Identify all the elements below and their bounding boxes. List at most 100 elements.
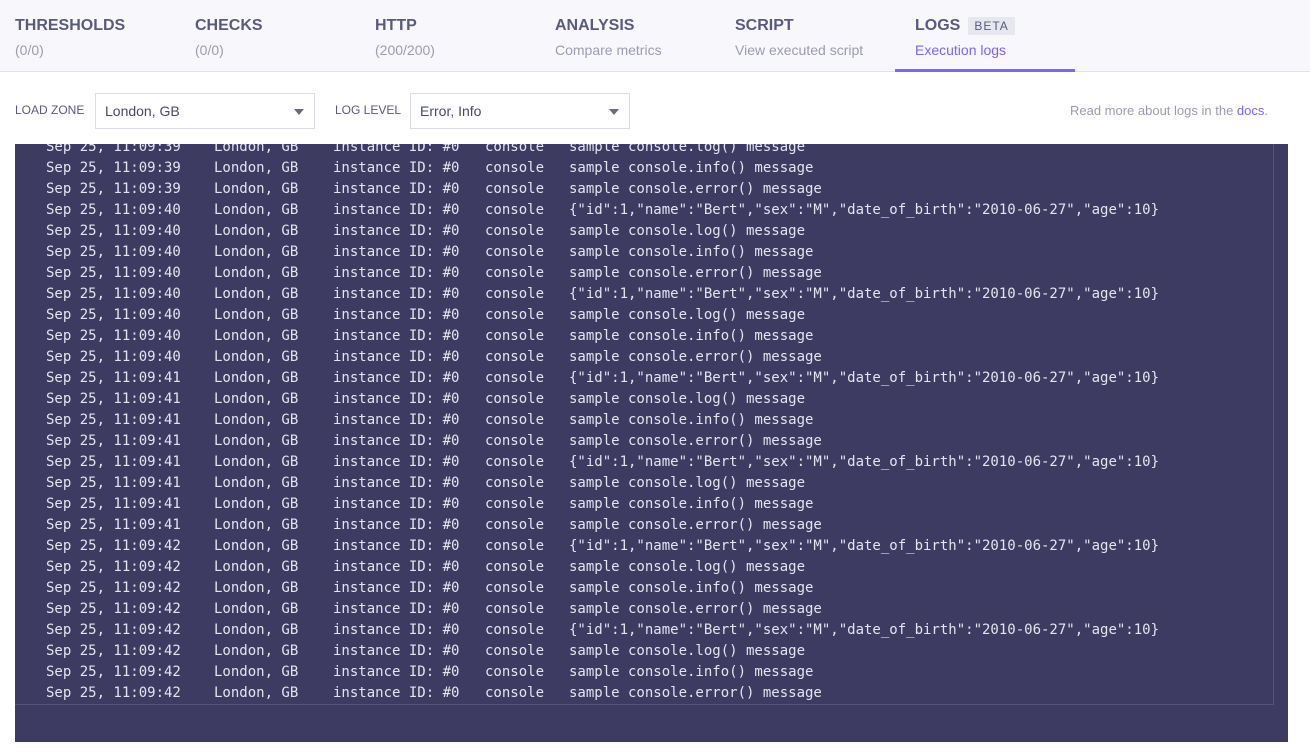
log-timestamp: Sep 25, 11:09:40	[46, 265, 181, 281]
log-zone: London, GB	[214, 223, 299, 239]
log-message: sample console.info() message	[569, 664, 814, 680]
log-source: console	[485, 202, 545, 218]
beta-badge: BETA	[968, 17, 1015, 35]
log-timestamp: Sep 25, 11:09:41	[46, 475, 181, 491]
log-timestamp: Sep 25, 11:09:41	[46, 454, 181, 470]
tab-subtitle: View executed script	[735, 42, 864, 58]
log-zone: London, GB	[214, 496, 299, 512]
log-timestamp: Sep 25, 11:09:41	[46, 391, 181, 407]
log-zone: London, GB	[214, 559, 299, 575]
log-timestamp: Sep 25, 11:09:42	[46, 664, 181, 680]
log-zone: London, GB	[214, 412, 299, 428]
tab-subtitle: (0/0)	[15, 42, 44, 58]
log-message: sample console.error() message	[569, 517, 822, 533]
docs-suffix: .	[1264, 103, 1268, 118]
log-timestamp: Sep 25, 11:09:39	[46, 181, 181, 197]
log-scroll-area[interactable]: Sep 25, 11:09:39 London, GB instance ID: #…	[15, 144, 1274, 705]
tab-title: ANALYSIS	[555, 17, 635, 34]
log-instance: instance ID: #0	[333, 349, 460, 365]
log-timestamp: Sep 25, 11:09:39	[46, 144, 181, 155]
log-instance: instance ID: #0	[333, 391, 460, 407]
log-zone: London, GB	[214, 643, 299, 659]
chevron-down-icon	[294, 109, 304, 115]
log-message: sample console.error() message	[569, 601, 822, 617]
log-message: sample console.log() message	[569, 223, 806, 239]
load-zone-select[interactable]: London, GB	[95, 93, 315, 129]
log-source: console	[485, 685, 545, 701]
log-instance: instance ID: #0	[333, 286, 460, 302]
log-source: console	[485, 328, 545, 344]
tab-title: CHECKS	[195, 17, 263, 34]
log-source: console	[485, 643, 545, 659]
log-zone: London, GB	[214, 580, 299, 596]
log-zone: London, GB	[214, 202, 299, 218]
log-source: console	[485, 223, 545, 239]
log-instance: instance ID: #0	[333, 622, 460, 638]
log-timestamp: Sep 25, 11:09:40	[46, 202, 181, 218]
tab-title: HTTP	[375, 17, 417, 34]
log-instance: instance ID: #0	[333, 223, 460, 239]
log-zone: London, GB	[214, 307, 299, 323]
log-message: {"id":1,"name":"Bert","sex":"M","date_of…	[569, 202, 1160, 218]
docs-link[interactable]: docs	[1237, 103, 1264, 118]
tab-title: SCRIPT	[735, 17, 794, 34]
log-timestamp: Sep 25, 11:09:42	[46, 643, 181, 659]
log-level-select[interactable]: Error, Info	[410, 93, 630, 129]
log-instance: instance ID: #0	[333, 412, 460, 428]
log-message: sample console.log() message	[569, 144, 806, 155]
log-level-label: LOG LEVEL	[335, 103, 402, 117]
log-zone: London, GB	[214, 433, 299, 449]
tab-script[interactable]: SCRIPT View executed script	[720, 0, 900, 72]
log-message: sample console.log() message	[569, 391, 806, 407]
log-message: {"id":1,"name":"Bert","sex":"M","date_of…	[569, 454, 1160, 470]
log-timestamp: Sep 25, 11:09:42	[46, 580, 181, 596]
tab-checks[interactable]: CHECKS (0/0)	[180, 0, 360, 72]
log-source: console	[485, 517, 545, 533]
log-source: console	[485, 475, 545, 491]
log-timestamp: Sep 25, 11:09:40	[46, 328, 181, 344]
log-instance: instance ID: #0	[333, 144, 460, 155]
log-zone: London, GB	[214, 517, 299, 533]
tab-subtitle: Compare metrics	[555, 42, 662, 58]
log-instance: instance ID: #0	[333, 328, 460, 344]
log-source: console	[485, 307, 545, 323]
log-timestamp: Sep 25, 11:09:42	[46, 559, 181, 575]
log-zone: London, GB	[214, 181, 299, 197]
tab-title: LOGS	[915, 17, 961, 34]
chevron-down-icon	[609, 109, 619, 115]
log-source: console	[485, 601, 545, 617]
log-instance: instance ID: #0	[333, 307, 460, 323]
log-timestamp: Sep 25, 11:09:40	[46, 223, 181, 239]
log-source: console	[485, 580, 545, 596]
log-zone: London, GB	[214, 265, 299, 281]
log-panel: Sep 25, 11:09:39 London, GB instance ID: #…	[15, 144, 1288, 742]
log-source: console	[485, 181, 545, 197]
log-zone: London, GB	[214, 349, 299, 365]
log-instance: instance ID: #0	[333, 685, 460, 701]
log-message: sample console.info() message	[569, 496, 814, 512]
tab-logs[interactable]: LOGS BETA Execution logs	[895, 0, 1075, 72]
log-timestamp: Sep 25, 11:09:39	[46, 160, 181, 176]
load-zone-label: LOAD ZONE	[15, 103, 85, 117]
tab-http[interactable]: HTTP (200/200)	[360, 0, 540, 72]
log-message: sample console.error() message	[569, 685, 822, 701]
tab-analysis[interactable]: ANALYSIS Compare metrics	[540, 0, 720, 72]
log-message: sample console.log() message	[569, 559, 806, 575]
log-instance: instance ID: #0	[333, 559, 460, 575]
log-message: sample console.error() message	[569, 181, 822, 197]
log-source: console	[485, 286, 545, 302]
log-timestamp: Sep 25, 11:09:41	[46, 496, 181, 512]
log-source: console	[485, 244, 545, 260]
log-timestamp: Sep 25, 11:09:41	[46, 412, 181, 428]
tab-thresholds[interactable]: THRESHOLDS (0/0)	[0, 0, 180, 72]
log-timestamp: Sep 25, 11:09:41	[46, 517, 181, 533]
log-level-value: Error, Info	[420, 103, 482, 119]
log-zone: London, GB	[214, 244, 299, 260]
log-source: console	[485, 160, 545, 176]
log-timestamp: Sep 25, 11:09:42	[46, 538, 181, 554]
log-message: sample console.error() message	[569, 349, 822, 365]
tab-subtitle: Execution logs	[915, 42, 1007, 58]
docs-note: Read more about logs in the docs.	[1070, 103, 1268, 118]
log-source: console	[485, 144, 545, 155]
log-timestamp: Sep 25, 11:09:40	[46, 307, 181, 323]
